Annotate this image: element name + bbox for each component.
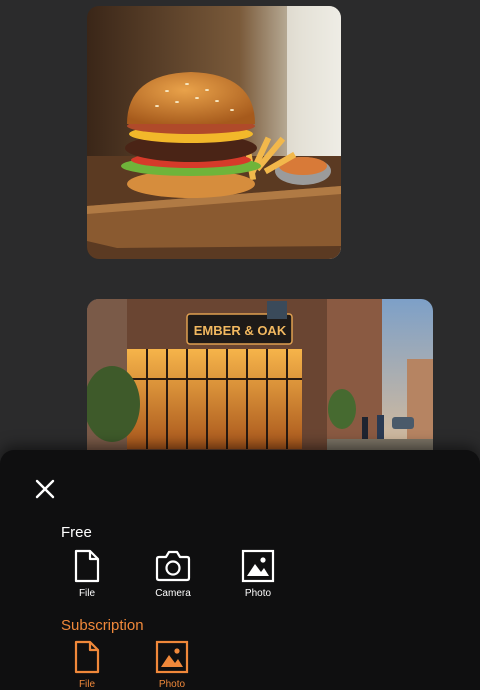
free-photo-label: Photo — [244, 588, 272, 599]
image-icon — [155, 640, 189, 674]
free-camera-label: Camera — [155, 588, 191, 599]
free-section-title: Free — [61, 524, 92, 541]
restaurant-sign-text: EMBER & OAK — [194, 323, 287, 338]
file-icon — [74, 549, 100, 583]
subscription-file-button[interactable]: File — [52, 640, 122, 690]
file-icon — [74, 640, 100, 674]
free-camera-button[interactable]: Camera — [138, 549, 208, 599]
burger-photo[interactable] — [87, 6, 341, 259]
subscription-file-label: File — [78, 679, 96, 690]
free-file-label: File — [78, 588, 96, 599]
free-file-button[interactable]: File — [52, 549, 122, 599]
camera-icon — [155, 550, 191, 582]
image-icon — [241, 549, 275, 583]
subscription-photo-label: Photo — [158, 679, 186, 690]
attachment-sheet: Free File Camera Photo Subscription File — [0, 450, 480, 690]
close-icon[interactable] — [32, 476, 58, 502]
subscription-section-title: Subscription — [61, 617, 144, 634]
subscription-photo-button[interactable]: Photo — [137, 640, 207, 690]
free-photo-button[interactable]: Photo — [223, 549, 293, 599]
